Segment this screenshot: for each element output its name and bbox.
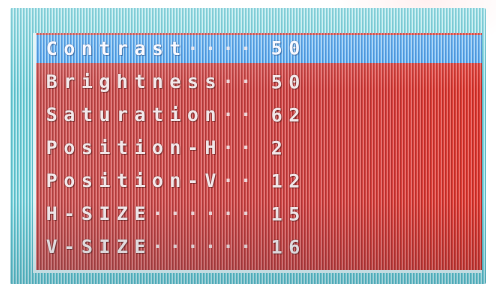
menu-item-leader-dots: ·· [222,71,258,93]
menu-item-value: 50 [271,37,307,60]
menu-item-label: V-SIZE [46,236,152,258]
monitor-screen: Contrast ···· 50 Brightness ·· 50 Saturati… [0,0,496,291]
menu-item-value: 16 [271,236,307,258]
menu-item-label: Position-V [46,170,223,192]
osd-menu-panel: Contrast ···· 50 Brightness ·· 50 Saturati… [33,33,482,273]
menu-item-label: H-SIZE [46,203,152,225]
menu-item-value: 15 [271,203,307,225]
menu-item-label: Brightness [46,71,223,93]
osd-frame: Contrast ···· 50 Brightness ·· 50 Saturati… [10,8,486,284]
menu-item-leader-dots: ······ [151,236,258,258]
menu-item-leader-dots: ·· [222,104,258,126]
menu-item-leader-dots: ·· [222,170,258,192]
menu-item-label: Contrast [46,37,188,60]
menu-item-contrast[interactable]: Contrast ···· 50 [36,35,482,63]
menu-item-v-size[interactable]: V-SIZE ······ 16 [36,231,482,264]
menu-item-leader-dots: ···· [187,37,258,60]
menu-item-brightness[interactable]: Brightness ·· 50 [36,66,482,99]
menu-item-saturation[interactable]: Saturation ·· 62 [36,99,482,132]
menu-item-value: 50 [271,71,307,93]
menu-item-value: 62 [271,104,307,126]
menu-item-position-v[interactable]: Position-V ·· 12 [36,165,482,198]
menu-item-leader-dots: ······ [151,203,258,225]
menu-item-value: 2 [271,137,289,159]
menu-item-label: Position-H [46,137,223,159]
menu-item-leader-dots: ·· [222,137,258,159]
menu-item-value: 12 [271,170,307,192]
osd-menu-list: Contrast ···· 50 Brightness ·· 50 Saturati… [36,33,482,264]
menu-item-position-h[interactable]: Position-H ·· 2 [36,132,482,165]
menu-item-label: Saturation [46,104,223,126]
menu-item-h-size[interactable]: H-SIZE ······ 15 [36,198,482,231]
